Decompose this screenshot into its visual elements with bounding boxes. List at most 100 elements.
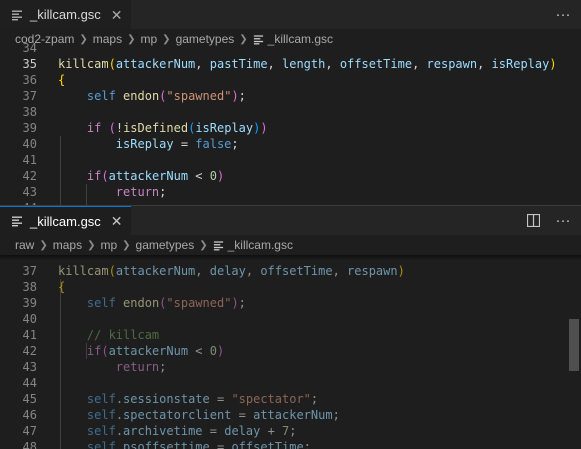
code-text: self.spectatorclient = attackerNum; [58, 407, 340, 423]
code-token: , [325, 57, 340, 71]
code-token: ; [159, 360, 167, 374]
code-line[interactable]: 39 if (!isDefined(isReplay)) [0, 120, 581, 136]
bottom-file-tab[interactable]: _killcam.gsc ✕ [0, 206, 131, 235]
code-token: ; [238, 296, 246, 310]
split-editor-icon[interactable] [523, 211, 543, 231]
line-number: 39 [22, 296, 37, 310]
chevron-right-icon: ❯ [39, 239, 48, 251]
code-token: , [267, 57, 282, 71]
line-number: 34 [22, 41, 37, 55]
file-lines-icon [10, 214, 24, 228]
code-line[interactable]: 42 if(attackerNum < 0) [0, 343, 581, 359]
code-token: < [188, 344, 210, 358]
code-token: { [58, 73, 66, 87]
code-text: self.psoffsettime = offsetTime; [58, 439, 311, 449]
code-token: "spawned" [166, 296, 232, 310]
bottom-editor-pane: _killcam.gsc ✕ ··· raw ❯ maps ❯ mp ❯ gam… [0, 206, 581, 449]
code-token: ; [231, 137, 239, 151]
code-token: // killcam [86, 328, 160, 342]
code-token: ) [217, 344, 225, 358]
code-line[interactable]: 47 self.archivetime = delay + 7; [0, 423, 581, 439]
code-token: ; [238, 89, 246, 103]
code-line[interactable]: 41 [0, 152, 581, 168]
code-line[interactable]: 41 // killcam [0, 327, 581, 343]
code-token: = [231, 408, 254, 422]
line-number: 40 [22, 137, 37, 151]
code-token: isReplay [491, 57, 550, 71]
more-actions-icon[interactable]: ··· [553, 211, 573, 231]
line-number: 41 [22, 328, 37, 342]
code-line[interactable]: 39 self endon("spawned"); [0, 295, 581, 311]
code-line[interactable]: 46 self.spectatorclient = attackerNum; [0, 407, 581, 423]
code-token: ( [101, 169, 109, 183]
code-line[interactable]: 37 self endon("spawned"); [0, 88, 581, 104]
code-token: ; [332, 408, 340, 422]
top-file-tab[interactable]: _killcam.gsc ✕ [0, 0, 131, 29]
close-icon[interactable]: ✕ [111, 214, 123, 228]
code-line[interactable]: 37 killcam(attackerNum, delay, offsetTime… [0, 263, 581, 279]
code-token: = [209, 392, 232, 406]
line-number: 42 [22, 169, 37, 183]
line-number: 41 [22, 153, 37, 167]
code-token: . [115, 408, 124, 422]
line-number: 39 [22, 121, 37, 135]
code-token: ) [260, 121, 268, 135]
code-line[interactable]: 43 return; [0, 359, 581, 375]
code-text: self.sessionstate = "spectator"; [58, 391, 318, 407]
bottom-code-editor[interactable]: 37 killcam(attackerNum, delay, offsetTime… [0, 255, 581, 449]
line-number: 37 [22, 264, 37, 278]
line-number: 43 [22, 185, 37, 199]
code-line[interactable]: 34 [0, 40, 581, 56]
code-line[interactable]: 48 self.psoffsettime = offsetTime; [0, 439, 581, 449]
code-token: . [115, 440, 124, 449]
code-line[interactable]: 43 return; [0, 184, 581, 200]
breadcrumb-item[interactable]: maps [53, 238, 82, 252]
code-line[interactable]: 38 { [0, 279, 581, 295]
code-token: ) [217, 169, 225, 183]
code-line[interactable]: 42 if(attackerNum < 0) [0, 168, 581, 184]
code-line[interactable]: 44 [0, 375, 581, 391]
code-token: self [86, 296, 116, 310]
chevron-right-icon: ❯ [199, 239, 208, 251]
breadcrumb-item[interactable]: mp [100, 238, 117, 252]
top-editor-pane: _killcam.gsc ✕ ··· cod2-zpam ❯ maps ❯ mp… [0, 0, 581, 205]
code-line[interactable]: 36 { [0, 72, 581, 88]
code-token: respawn [347, 264, 398, 278]
code-text: killcam(attackerNum, delay, offsetTime, … [58, 263, 405, 279]
breadcrumb-item[interactable]: gametypes [136, 238, 195, 252]
code-token: "spawned" [166, 89, 232, 103]
breadcrumb-file[interactable]: _killcam.gsc [213, 238, 293, 252]
code-token: ) [549, 57, 557, 71]
line-number: 35 [22, 57, 37, 71]
line-number: 42 [22, 344, 37, 358]
code-token: attackerNum [115, 57, 196, 71]
close-icon[interactable]: ✕ [111, 8, 123, 22]
breadcrumb: raw ❯ maps ❯ mp ❯ gametypes ❯ _killcam.g… [0, 235, 581, 255]
top-tab-bar: _killcam.gsc ✕ ··· [0, 0, 581, 29]
code-token: . [115, 392, 124, 406]
code-token: ; [289, 424, 297, 438]
code-token: offsetTime [260, 264, 333, 278]
code-line[interactable]: 45 self.sessionstate = "spectator"; [0, 391, 581, 407]
code-line[interactable]: 40 [0, 311, 581, 327]
breadcrumb-item[interactable]: raw [15, 238, 34, 252]
code-line[interactable]: 38 [0, 104, 581, 120]
line-number: 43 [22, 360, 37, 374]
top-code-editor[interactable]: 34 35 killcam(attackerNum, pastTime, lengt… [0, 41, 581, 205]
code-token: isReplay [115, 137, 174, 151]
code-token: < [188, 169, 210, 183]
code-line[interactable]: 35 killcam(attackerNum, pastTime, length,… [0, 56, 581, 72]
more-actions-icon[interactable]: ··· [553, 5, 573, 25]
code-line[interactable]: 40 isReplay = false; [0, 136, 581, 152]
code-token: = [209, 440, 232, 449]
line-number: 36 [22, 73, 37, 87]
code-token: killcam [58, 264, 109, 278]
code-token: ) [397, 264, 405, 278]
